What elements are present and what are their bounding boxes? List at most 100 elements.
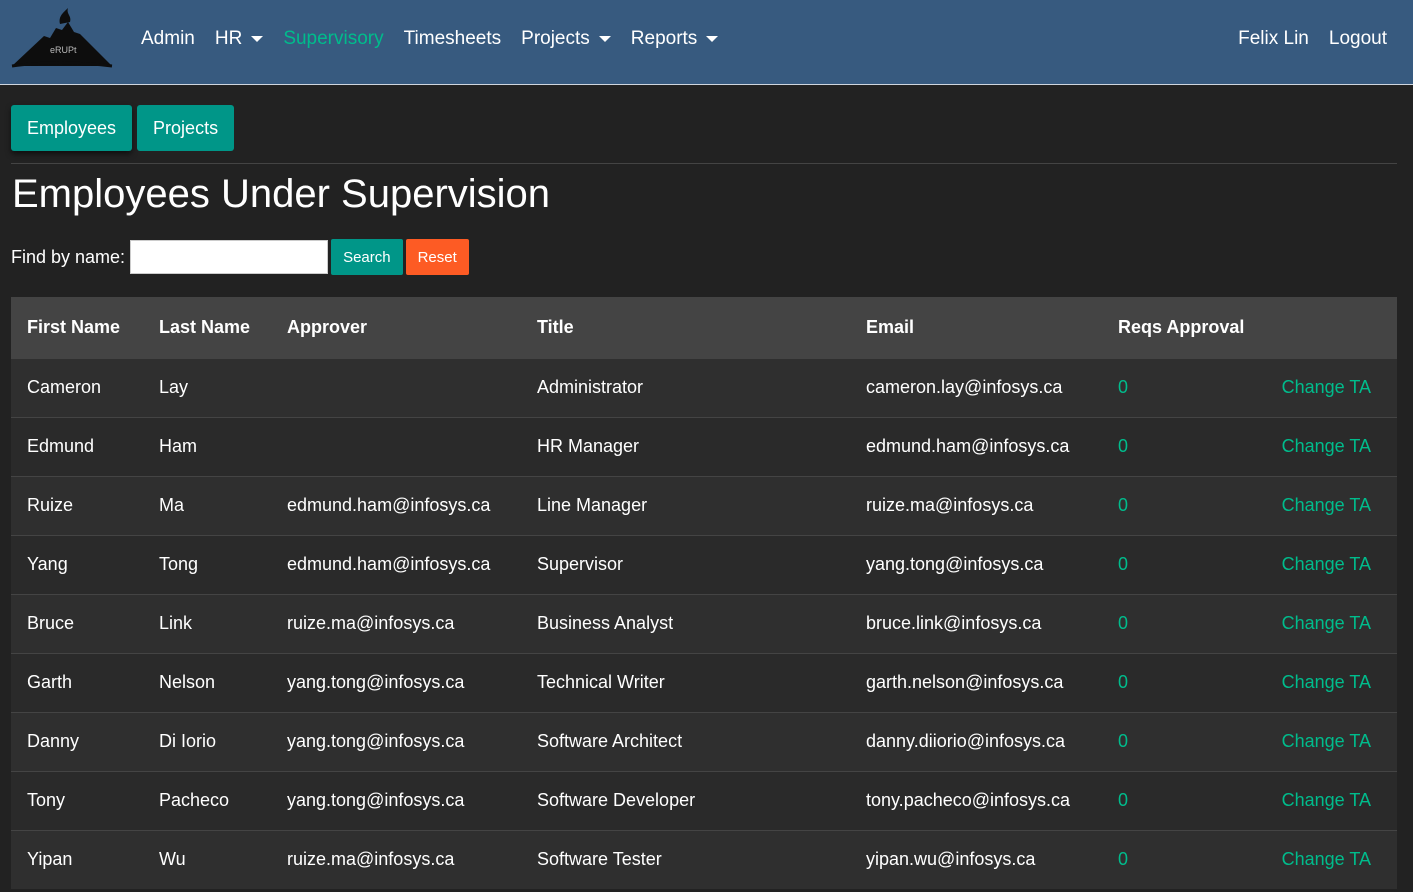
cell-email: yang.tong@infosys.ca [850, 534, 1102, 594]
cell-approver: edmund.ham@infosys.ca [271, 534, 521, 594]
cell-reqs-approval[interactable]: 0 [1102, 770, 1265, 830]
nav-supervisory-label: Supervisory [283, 28, 384, 49]
cell-approver [271, 416, 521, 476]
erupt-logo[interactable]: eRUPt [10, 8, 114, 70]
table-header-row: First Name Last Name Approver Title Emai… [11, 297, 1397, 358]
supervisory-subnav: Employees Projects [11, 105, 235, 151]
search-button[interactable]: Search [331, 239, 403, 275]
logout-link[interactable]: Logout [1319, 19, 1397, 59]
change-ta-link[interactable]: Change TA [1265, 357, 1397, 417]
find-by-name-label: Find by name: [11, 246, 126, 267]
cell-reqs-approval[interactable]: 0 [1102, 534, 1265, 594]
cell-email: edmund.ham@infosys.ca [850, 416, 1102, 476]
caret-down-icon [706, 36, 719, 42]
table-row: Yang Tong edmund.ham@infosys.ca Supervis… [11, 534, 1397, 594]
cell-first-name: Garth [11, 652, 143, 712]
cell-approver [271, 357, 521, 417]
header-reqs-approval[interactable]: Reqs Approval [1102, 297, 1265, 358]
cell-approver: yang.tong@infosys.ca [271, 711, 521, 771]
cell-first-name: Yang [11, 534, 143, 594]
header-action [1265, 297, 1397, 358]
cell-title: Supervisor [521, 534, 850, 594]
employees-tab-button[interactable]: Employees [11, 105, 133, 151]
name-search-input[interactable] [130, 240, 329, 274]
change-ta-link[interactable]: Change TA [1265, 416, 1397, 476]
cell-first-name: Cameron [11, 357, 143, 417]
table-row: Ruize Ma edmund.ham@infosys.ca Line Mana… [11, 475, 1397, 535]
header-last-name[interactable]: Last Name [143, 297, 271, 358]
header-first-name[interactable]: First Name [11, 297, 143, 358]
change-ta-link[interactable]: Change TA [1265, 711, 1397, 771]
table-row: Garth Nelson yang.tong@infosys.ca Techni… [11, 652, 1397, 712]
nav-supervisory[interactable]: Supervisory [273, 19, 393, 59]
cell-title: Software Architect [521, 711, 850, 771]
cell-first-name: Edmund [11, 416, 143, 476]
nav-timesheets-label: Timesheets [403, 28, 502, 49]
table-row: Bruce Link ruize.ma@infosys.ca Business … [11, 593, 1397, 653]
table-row: Danny Di Iorio yang.tong@infosys.ca Soft… [11, 711, 1397, 771]
cell-email: ruize.ma@infosys.ca [850, 475, 1102, 535]
divider [11, 163, 1397, 164]
cell-last-name: Tong [143, 534, 271, 594]
cell-last-name: Wu [143, 829, 271, 889]
change-ta-link[interactable]: Change TA [1265, 534, 1397, 594]
cell-approver: yang.tong@infosys.ca [271, 770, 521, 830]
cell-title: Software Tester [521, 829, 850, 889]
cell-last-name: Lay [143, 357, 271, 417]
nav-menu: Admin HR Supervisory Timesheets Projects… [131, 0, 728, 78]
cell-email: tony.pacheco@infosys.ca [850, 770, 1102, 830]
nav-reports-dropdown[interactable]: Reports [621, 19, 729, 59]
cell-reqs-approval[interactable]: 0 [1102, 593, 1265, 653]
nav-hr-dropdown[interactable]: HR [205, 19, 273, 59]
table-row: Cameron Lay Administrator cameron.lay@in… [11, 357, 1397, 417]
table-row: Tony Pacheco yang.tong@infosys.ca Softwa… [11, 770, 1397, 830]
cell-email: cameron.lay@infosys.ca [850, 357, 1102, 417]
nav-admin-label: Admin [141, 28, 195, 49]
cell-title: Line Manager [521, 475, 850, 535]
cell-title: Technical Writer [521, 652, 850, 712]
cell-reqs-approval[interactable]: 0 [1102, 416, 1265, 476]
cell-reqs-approval[interactable]: 0 [1102, 829, 1265, 889]
cell-email: garth.nelson@infosys.ca [850, 652, 1102, 712]
nav-user-area: Felix Lin Logout [1228, 0, 1397, 78]
top-navbar: eRUPt Admin HR Supervisory Timesheets Pr… [0, 0, 1413, 85]
cell-email: bruce.link@infosys.ca [850, 593, 1102, 653]
page-title: Employees Under Supervision [12, 172, 551, 216]
caret-down-icon [251, 36, 264, 42]
header-title[interactable]: Title [521, 297, 850, 358]
nav-projects-dropdown[interactable]: Projects [511, 19, 621, 59]
change-ta-link[interactable]: Change TA [1265, 652, 1397, 712]
cell-first-name: Bruce [11, 593, 143, 653]
cell-first-name: Danny [11, 711, 143, 771]
cell-title: HR Manager [521, 416, 850, 476]
change-ta-link[interactable]: Change TA [1265, 475, 1397, 535]
nav-admin[interactable]: Admin [131, 19, 205, 59]
header-email[interactable]: Email [850, 297, 1102, 358]
cell-first-name: Yipan [11, 829, 143, 889]
cell-last-name: Di Iorio [143, 711, 271, 771]
change-ta-link[interactable]: Change TA [1265, 770, 1397, 830]
cell-reqs-approval[interactable]: 0 [1102, 652, 1265, 712]
change-ta-link[interactable]: Change TA [1265, 829, 1397, 889]
nav-timesheets[interactable]: Timesheets [394, 19, 512, 59]
cell-last-name: Ma [143, 475, 271, 535]
table-row: Edmund Ham HR Manager edmund.ham@infosys… [11, 416, 1397, 476]
cell-approver: edmund.ham@infosys.ca [271, 475, 521, 535]
caret-down-icon [598, 36, 611, 42]
header-approver[interactable]: Approver [271, 297, 521, 358]
cell-approver: yang.tong@infosys.ca [271, 652, 521, 712]
nav-hr-label: HR [214, 28, 243, 49]
change-ta-link[interactable]: Change TA [1265, 593, 1397, 653]
cell-approver: ruize.ma@infosys.ca [271, 593, 521, 653]
cell-reqs-approval[interactable]: 0 [1102, 475, 1265, 535]
cell-reqs-approval[interactable]: 0 [1102, 357, 1265, 417]
projects-tab-button[interactable]: Projects [137, 105, 235, 151]
cell-reqs-approval[interactable]: 0 [1102, 711, 1265, 771]
user-name-link[interactable]: Felix Lin [1228, 19, 1319, 59]
cell-email: danny.diiorio@infosys.ca [850, 711, 1102, 771]
cell-last-name: Ham [143, 416, 271, 476]
cell-last-name: Nelson [143, 652, 271, 712]
reset-button[interactable]: Reset [405, 239, 469, 275]
logo-text: eRUPt [50, 45, 77, 55]
cell-last-name: Link [143, 593, 271, 653]
